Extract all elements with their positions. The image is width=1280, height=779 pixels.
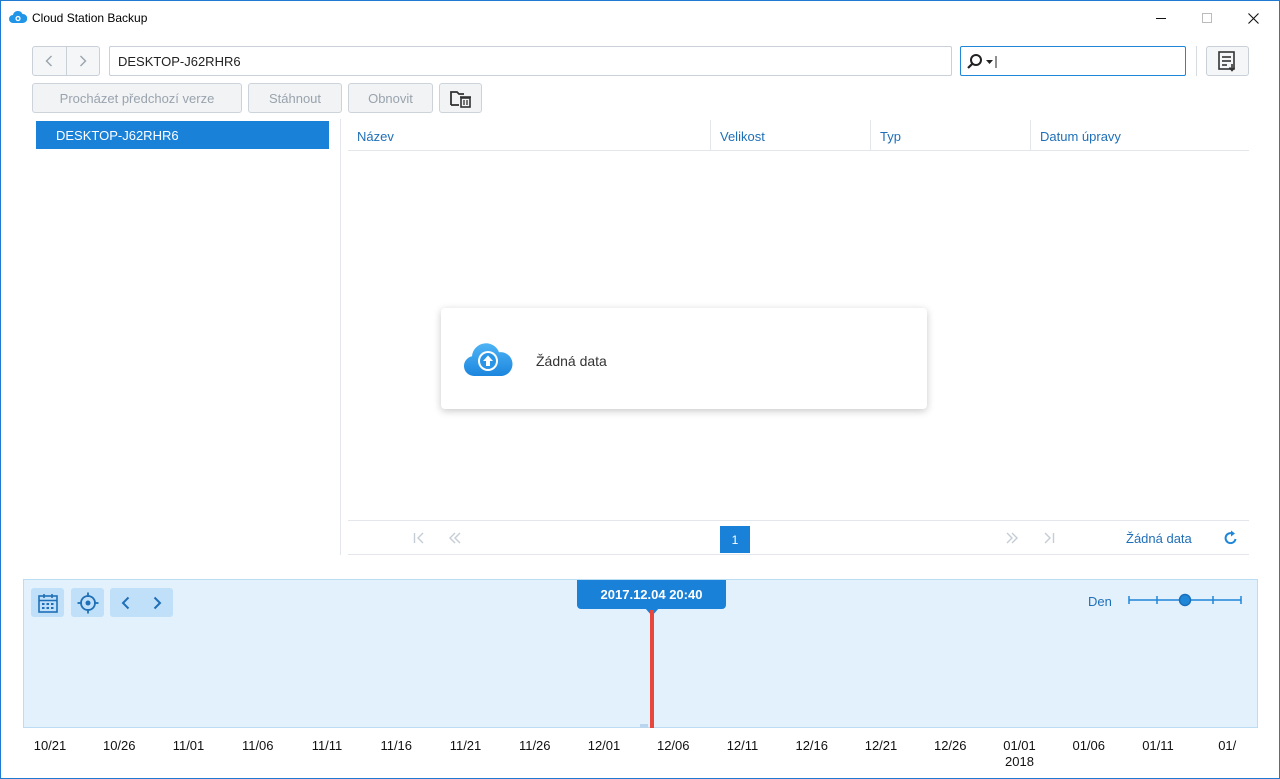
current-page[interactable]: 1 [720,526,750,553]
log-list-icon [1217,51,1235,72]
cloud-upload-icon [463,343,513,376]
search-box[interactable] [960,46,1186,76]
selected-version-line[interactable] [650,610,654,728]
empty-state-card: Žádná data [441,308,927,409]
restore-button[interactable]: Obnovit [348,83,433,113]
delete-folder-icon [449,91,471,108]
empty-state-message: Žádná data [536,353,607,369]
pagination-bar: 1 Žádná data [348,520,1249,555]
timeline-tick-label: 12/11 [726,738,759,753]
log-button[interactable] [1206,46,1249,76]
timeline-tick-label: 11/21 [449,738,482,753]
close-button[interactable] [1230,1,1276,35]
timeline-tick-label: 01/11 [1142,738,1174,753]
tree-item-device[interactable]: DESKTOP-J62RHR6 [36,121,329,149]
chevron-right-icon [153,596,162,609]
timeline-tick-label: 12/16 [795,738,829,753]
timeline-tick-label: 01/ [1218,738,1237,753]
timeline-tick-label: 11/26 [518,738,551,753]
close-icon [1247,12,1259,24]
minimize-button[interactable] [1138,1,1184,35]
locate-current-button[interactable] [71,588,104,617]
cloud-station-icon [9,10,27,23]
search-icon[interactable] [965,53,997,71]
version-timeline[interactable]: 2017.12.04 20:40 Den [23,579,1258,728]
selected-version-label: 2017.12.04 20:40 [577,580,726,609]
window-title: Cloud Station Backup [32,11,148,25]
download-button[interactable]: Stáhnout [248,83,342,113]
timeline-next-button[interactable] [142,588,174,617]
version-marker[interactable] [640,724,648,728]
timeline-tick-label: 11/11 [311,738,343,753]
history-nav [32,46,100,76]
title-bar: Cloud Station Backup [1,1,1279,35]
timeline-axis: 10/21 10/26 11/01 11/06 11/11 11/16 11/21 11/26… [1,738,1280,778]
next-page-icon[interactable] [1004,531,1020,545]
timeline-tick-label: 12/26 [933,738,967,753]
timeline-tick-label: 01/06 [1072,738,1106,753]
zoom-level-label: Den [1088,594,1112,609]
device-tree: DESKTOP-J62RHR6 [32,119,341,555]
calendar-icon [37,593,58,613]
last-page-icon[interactable] [1041,531,1057,545]
column-header-name[interactable]: Název [348,120,710,151]
timeline-tick-label: 11/16 [380,738,413,753]
search-input[interactable] [999,52,1179,70]
timeline-tick-label: 12/21 [864,738,898,753]
timeline-tick-label: 10/26 [102,738,136,753]
maximize-button[interactable] [1184,1,1230,35]
app-window: Cloud Station Backup DESKTOP-J62RHR6 Pro… [0,0,1280,779]
timeline-tick-label: 11/01 [172,738,205,753]
zoom-slider[interactable] [1128,592,1242,608]
browse-versions-button[interactable]: Procházet předchozí verze [32,83,242,113]
crosshair-icon [77,592,98,613]
path-field[interactable]: DESKTOP-J62RHR6 [109,46,952,76]
timeline-tick-label: 12/01 [587,738,621,753]
timeline-tick-label: 11/06 [241,738,274,753]
grid-header: Název Velikost Typ Datum úpravy [348,120,1249,151]
toolbar-divider [1196,46,1197,76]
timeline-nav [110,588,173,617]
timeline-tick-label: 12/06 [656,738,690,753]
timeline-tick-label: 10/21 [33,738,67,753]
timeline-tick-label: 01/01 [1003,738,1036,753]
calendar-button[interactable] [31,588,64,617]
refresh-icon[interactable] [1224,530,1238,546]
maximize-icon [1202,13,1212,23]
chevron-right-icon [79,55,87,67]
minimize-icon [1156,18,1166,19]
chevron-left-icon [121,596,130,609]
previous-page-icon[interactable] [447,531,463,545]
column-header-date[interactable]: Datum úpravy [1030,120,1249,151]
delete-version-button[interactable] [439,83,482,113]
column-header-size[interactable]: Velikost [710,120,870,151]
timeline-year-label: 2018 [1005,754,1034,769]
column-header-type[interactable]: Typ [870,120,1030,151]
back-button[interactable] [33,47,66,75]
zoom-handle[interactable] [1178,593,1192,607]
first-page-icon[interactable] [411,531,427,545]
timeline-prev-button[interactable] [110,588,142,617]
forward-button[interactable] [65,47,100,75]
chevron-left-icon [45,55,53,67]
pagination-status: Žádná data [1126,531,1192,546]
